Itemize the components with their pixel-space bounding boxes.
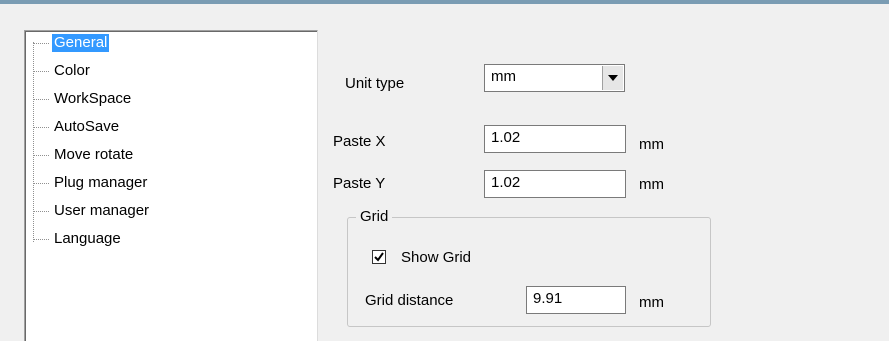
unit-type-label: Unit type (345, 75, 405, 92)
show-grid-label[interactable]: Show Grid (401, 249, 471, 267)
tree-branch-line (33, 71, 49, 72)
tree-item-label: WorkSpace (54, 90, 132, 107)
tree-branch-line (33, 155, 49, 156)
tree-item-label: General (52, 34, 110, 52)
tree-item-move-rotate[interactable]: Move rotate (33, 145, 233, 165)
unit-type-dropdown-button[interactable] (602, 66, 623, 90)
tree-branch-line (33, 183, 49, 184)
window-top-border (0, 0, 889, 4)
tree-item-language[interactable]: Language (33, 229, 233, 249)
grid-group-title: Grid (356, 208, 393, 226)
paste-x-input[interactable]: 1.02 (484, 125, 626, 153)
tree-item-workspace[interactable]: WorkSpace (33, 89, 233, 109)
grid-distance-input[interactable]: 9.91 (526, 286, 626, 314)
tree-branch-line (33, 127, 49, 128)
grid-distance-label: Grid distance (365, 292, 454, 309)
tree-branch-line (33, 211, 49, 212)
tree-item-label: Plug manager (54, 174, 148, 191)
show-grid-checkbox[interactable] (372, 250, 386, 264)
chevron-down-icon (608, 75, 618, 81)
paste-x-unit: mm (639, 136, 664, 153)
tree-branch-line (33, 99, 49, 100)
unit-type-value: mm (491, 68, 516, 85)
paste-x-label: Paste X (333, 133, 386, 150)
tree-item-label: User manager (54, 202, 150, 219)
tree-item-label: Language (54, 230, 121, 247)
tree-item-general[interactable]: General (33, 33, 233, 53)
paste-y-input[interactable]: 1.02 (484, 170, 626, 198)
tree-item-label: Color (54, 62, 90, 79)
tree-item-label: Move rotate (54, 146, 134, 163)
tree-item-user-manager[interactable]: User manager (33, 201, 233, 221)
checkmark-icon (374, 252, 384, 262)
tree-branch-line (33, 239, 49, 240)
tree-branch-line (33, 43, 49, 44)
tree-item-autosave[interactable]: AutoSave (33, 117, 233, 137)
unit-type-select[interactable]: mm (484, 64, 625, 92)
settings-tree[interactable]: General Color WorkSpace AutoSave Move ro… (24, 30, 318, 341)
tree-item-label: AutoSave (54, 118, 120, 135)
paste-y-label: Paste Y (333, 175, 386, 192)
tree-item-plug-manager[interactable]: Plug manager (33, 173, 233, 193)
tree-item-color[interactable]: Color (33, 61, 233, 81)
paste-y-unit: mm (639, 176, 664, 193)
grid-distance-unit: mm (639, 294, 664, 311)
